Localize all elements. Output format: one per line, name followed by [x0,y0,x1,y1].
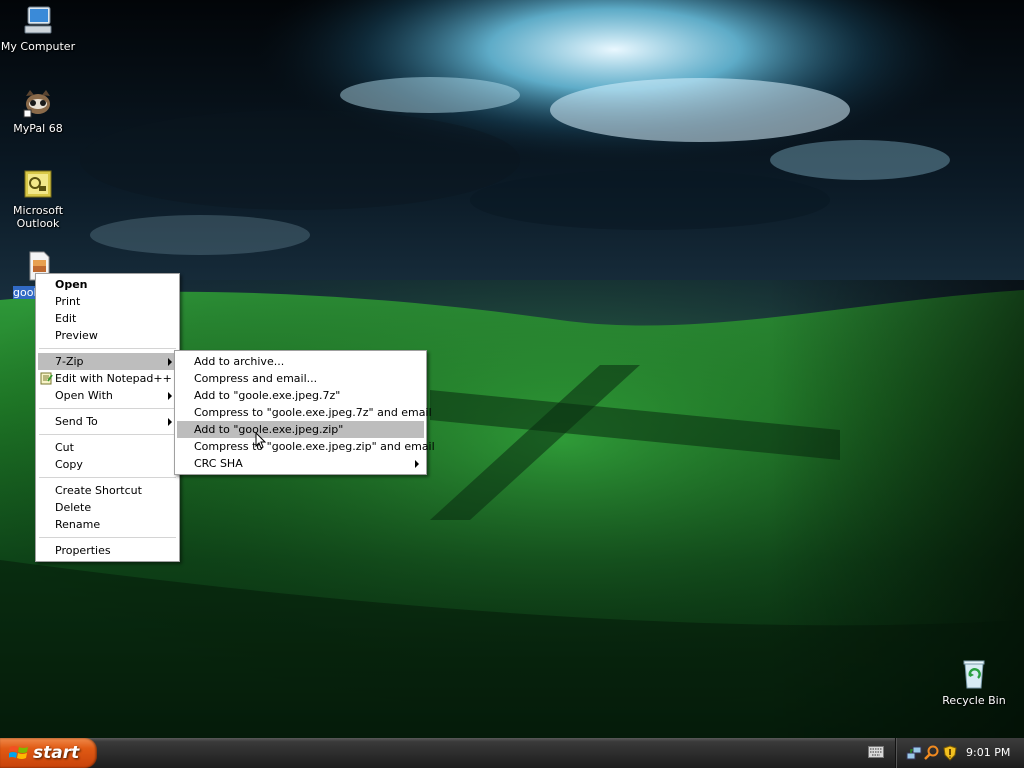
start-label: start [33,743,80,763]
menu-item-properties[interactable]: Properties [38,542,177,559]
taskbar: start 9:01 PM [0,738,1024,768]
submenu-item-add-to-zip[interactable]: Add to "goole.exe.jpeg.zip" [177,421,424,438]
menu-item-copy[interactable]: Copy [38,456,177,473]
menu-item-create-shortcut[interactable]: Create Shortcut [38,482,177,499]
search-icon[interactable] [924,745,940,761]
seven-zip-submenu: Add to archive... Compress and email... … [174,350,435,475]
windows-logo-icon [9,746,28,759]
menu-separator [39,434,176,435]
menu-item-edit-notepadpp[interactable]: Edit with Notepad++ [38,370,177,387]
submenu-item-add-to-archive[interactable]: Add to archive... [177,353,424,370]
submenu-item-add-to-7z[interactable]: Add to "goole.exe.jpeg.7z" [177,387,424,404]
my-computer-label: My Computer [0,40,76,53]
menu-item-open[interactable]: Open [38,276,177,293]
start-button[interactable]: start [0,738,97,768]
menu-separator [39,477,176,478]
submenu-item-compress-zip-email[interactable]: Compress to "goole.exe.jpeg.zip" and ema… [177,438,435,455]
desktop-icon-outlook[interactable]: Microsoft Outlook [0,168,76,230]
taskbar-clock[interactable]: 9:01 PM [966,746,1010,759]
submenu-item-crc-sha[interactable]: CRC SHA [177,455,424,472]
menu-item-cut[interactable]: Cut [38,439,177,456]
submenu-item-compress-7z-email[interactable]: Compress to "goole.exe.jpeg.7z" and emai… [177,404,432,421]
my-computer-icon [24,6,52,34]
network-icon[interactable] [906,745,922,761]
mypal-label: MyPal 68 [13,122,63,135]
submenu-arrow-icon [415,460,419,468]
keyboard-icon[interactable] [868,746,884,758]
mouse-cursor-icon [255,432,267,449]
desktop-icon-my-computer[interactable]: My Computer [0,4,76,53]
file-context-menu: Open Print Edit Preview 7-Zip Edit with … [35,273,180,562]
menu-item-preview[interactable]: Preview [38,327,177,344]
submenu-item-compress-and-email[interactable]: Compress and email... [177,370,424,387]
mypal-icon [23,90,50,118]
menu-item-open-with[interactable]: Open With [38,387,177,404]
menu-item-send-to-label: Send To [55,415,98,428]
recycle-bin-label: Recycle Bin [942,694,1006,707]
menu-item-print[interactable]: Print [38,293,177,310]
submenu-item-crc-sha-label: CRC SHA [194,457,243,470]
menu-item-send-to[interactable]: Send To [38,413,177,430]
notepadpp-icon [40,372,53,385]
menu-item-7zip-label: 7-Zip [55,355,84,368]
menu-item-delete[interactable]: Delete [38,499,177,516]
menu-item-7zip[interactable]: 7-Zip [38,353,177,370]
menu-item-open-with-label: Open With [55,389,113,402]
submenu-arrow-icon [168,418,172,426]
desktop-icon-mypal[interactable]: MyPal 68 [0,86,76,135]
menu-item-edit[interactable]: Edit [38,310,177,327]
outlook-label: Microsoft Outlook [12,204,64,230]
menu-separator [39,348,176,349]
menu-item-rename[interactable]: Rename [38,516,177,533]
security-shield-icon[interactable] [942,745,958,761]
goole-jpeg-label: gool [13,286,36,299]
outlook-icon [24,170,52,198]
submenu-arrow-icon [168,358,172,366]
menu-separator [39,408,176,409]
menu-item-edit-notepadpp-label: Edit with Notepad++ [55,372,172,385]
desktop-icon-recycle-bin[interactable]: Recycle Bin [936,658,1012,707]
recycle-bin-icon [963,660,985,689]
submenu-arrow-icon [168,392,172,400]
menu-separator [39,537,176,538]
